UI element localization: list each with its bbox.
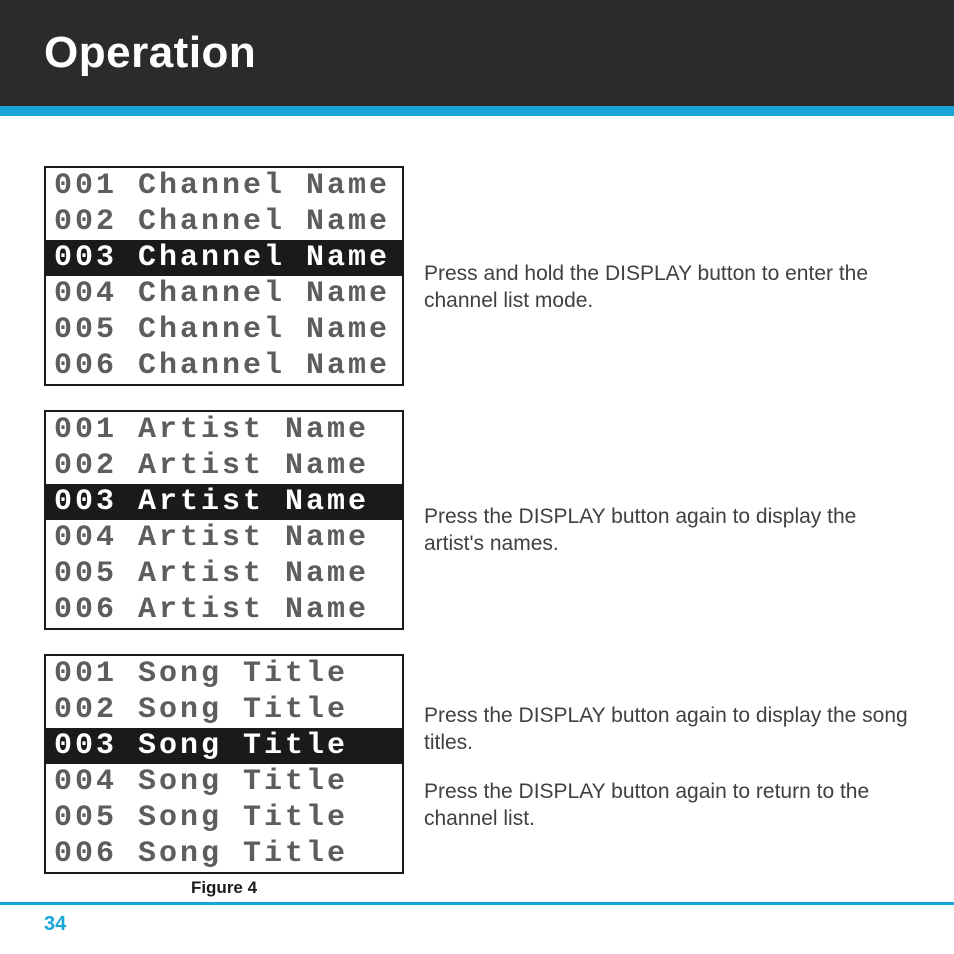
list-item-selected: 003 Channel Name [46, 240, 402, 276]
lcd-screen-artists: 001 Artist Name 002 Artist Name 003 Arti… [44, 410, 404, 630]
instruction-text: Press the DISPLAY button again to return… [424, 778, 910, 832]
instruction-text: Press and hold the DISPLAY button to ent… [424, 260, 910, 314]
list-item: 001 Artist Name [46, 412, 402, 448]
figure-caption: Figure 4 [44, 878, 404, 898]
list-item: 005 Channel Name [46, 312, 402, 348]
list-item: 005 Artist Name [46, 556, 402, 592]
list-item: 006 Channel Name [46, 348, 402, 384]
lcd-screen-channels: 001 Channel Name 002 Channel Name 003 Ch… [44, 166, 404, 386]
lcd-column: 001 Channel Name 002 Channel Name 003 Ch… [44, 166, 404, 898]
content-area: 001 Channel Name 002 Channel Name 003 Ch… [0, 116, 954, 898]
accent-bar [0, 106, 954, 116]
list-item: 002 Artist Name [46, 448, 402, 484]
instruction-text: Press the DISPLAY button again to displa… [424, 702, 910, 756]
page-title: Operation [44, 28, 256, 78]
list-item: 006 Artist Name [46, 592, 402, 628]
instruction-column: Press and hold the DISPLAY button to ent… [424, 166, 910, 898]
instruction-text: Press the DISPLAY button again to displa… [424, 503, 910, 557]
list-item: 002 Song Title [46, 692, 402, 728]
list-item: 001 Song Title [46, 656, 402, 692]
page-footer: 34 [0, 902, 954, 936]
list-item: 004 Channel Name [46, 276, 402, 312]
list-item: 004 Song Title [46, 764, 402, 800]
list-item-selected: 003 Song Title [46, 728, 402, 764]
page-number: 34 [0, 913, 954, 936]
list-item: 005 Song Title [46, 800, 402, 836]
footer-accent-line [0, 902, 954, 905]
lcd-screen-songs: 001 Song Title 002 Song Title 003 Song T… [44, 654, 404, 874]
list-item: 004 Artist Name [46, 520, 402, 556]
list-item: 006 Song Title [46, 836, 402, 872]
list-item-selected: 003 Artist Name [46, 484, 402, 520]
list-item: 001 Channel Name [46, 168, 402, 204]
list-item: 002 Channel Name [46, 204, 402, 240]
page-header: Operation [0, 0, 954, 106]
